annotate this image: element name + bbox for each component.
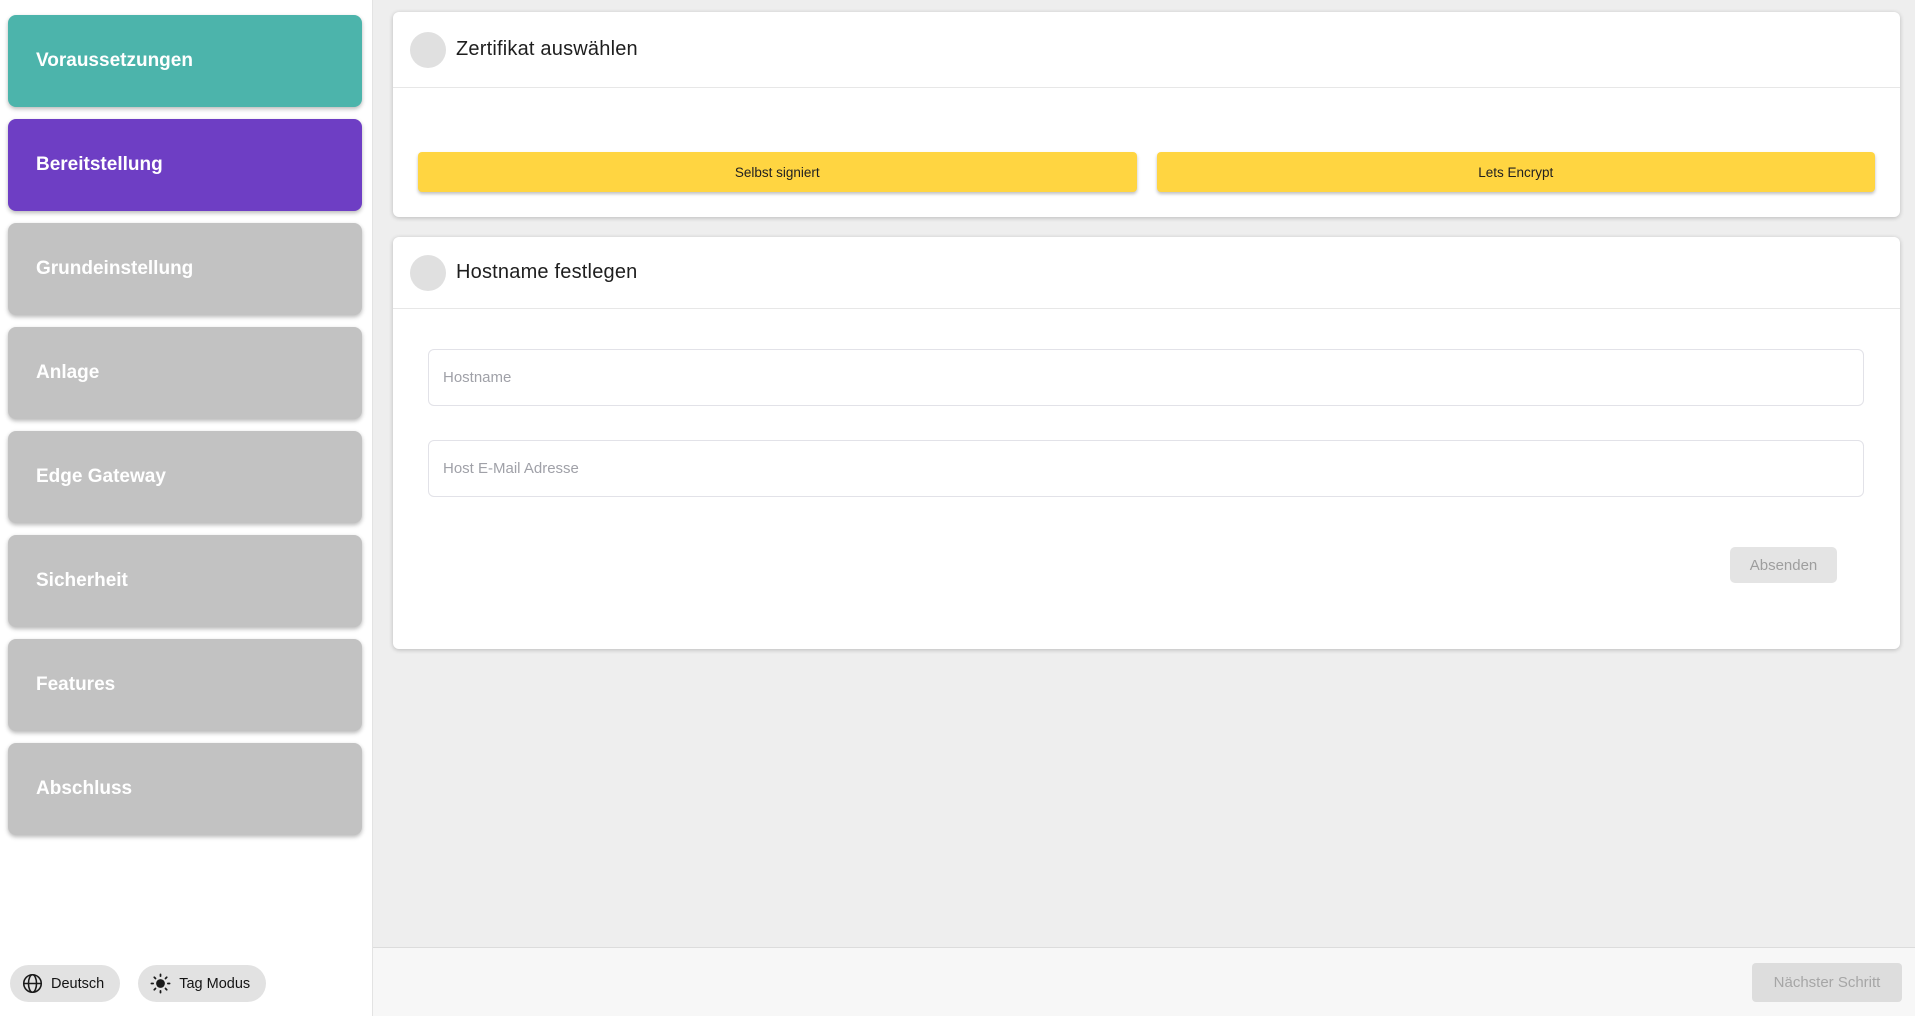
step-circle-icon: [410, 32, 446, 68]
sidebar-step-label: Sicherheit: [36, 570, 128, 592]
submit-row: Absenden: [428, 547, 1864, 583]
globe-icon: [22, 973, 43, 994]
setup-wizard-app: Voraussetzungen Bereitstellung Grundeins…: [0, 0, 1915, 1016]
sidebar-step-bereitstellung[interactable]: Bereitstellung: [8, 119, 362, 211]
sidebar-step-label: Abschluss: [36, 778, 132, 800]
certificate-button-row: Selbst signiert Lets Encrypt: [418, 152, 1875, 192]
sidebar-step-label: Edge Gateway: [36, 466, 166, 488]
wizard-footer: Nächster Schritt: [373, 947, 1915, 1016]
sidebar-footer: Deutsch: [10, 965, 266, 1002]
theme-toggle-button-label: Tag Modus: [179, 976, 250, 992]
wizard-step-list: Voraussetzungen Bereitstellung Grundeins…: [0, 0, 372, 835]
sidebar-step-sicherheit[interactable]: Sicherheit: [8, 535, 362, 627]
sidebar-step-grundeinstellung[interactable]: Grundeinstellung: [8, 223, 362, 315]
hostname-card: Hostname festlegen Absenden: [393, 237, 1900, 649]
certificate-option-selbst-signiert[interactable]: Selbst signiert: [418, 152, 1137, 192]
sidebar-step-voraussetzungen[interactable]: Voraussetzungen: [8, 15, 362, 107]
theme-toggle-button[interactable]: Tag Modus: [138, 965, 266, 1002]
certificate-card-header: Zertifikat auswählen: [393, 12, 1900, 88]
host-email-input[interactable]: [428, 440, 1864, 497]
submit-button[interactable]: Absenden: [1730, 547, 1837, 583]
main-content: Zertifikat auswählen Selbst signiert Let…: [372, 0, 1915, 1016]
sidebar-step-abschluss[interactable]: Abschluss: [8, 743, 362, 835]
language-button-label: Deutsch: [51, 976, 104, 992]
sidebar-step-label: Bereitstellung: [36, 154, 163, 176]
step-circle-icon: [410, 255, 446, 291]
certificate-card-body: Selbst signiert Lets Encrypt: [393, 88, 1900, 192]
next-step-button[interactable]: Nächster Schritt: [1752, 963, 1902, 1002]
sidebar-step-label: Voraussetzungen: [36, 50, 193, 72]
sun-icon: [150, 973, 171, 994]
hostname-card-body: Absenden: [393, 309, 1900, 583]
sidebar-step-label: Features: [36, 674, 115, 696]
sidebar-step-label: Anlage: [36, 362, 99, 384]
sidebar-step-anlage[interactable]: Anlage: [8, 327, 362, 419]
sidebar: Voraussetzungen Bereitstellung Grundeins…: [0, 0, 372, 1016]
sidebar-step-edge-gateway[interactable]: Edge Gateway: [8, 431, 362, 523]
hostname-card-title: Hostname festlegen: [456, 261, 637, 284]
sidebar-step-label: Grundeinstellung: [36, 258, 193, 280]
hostname-input[interactable]: [428, 349, 1864, 406]
certificate-card-title: Zertifikat auswählen: [456, 38, 638, 61]
sidebar-step-features[interactable]: Features: [8, 639, 362, 731]
certificate-card: Zertifikat auswählen Selbst signiert Let…: [393, 12, 1900, 217]
hostname-card-header: Hostname festlegen: [393, 237, 1900, 309]
certificate-option-lets-encrypt[interactable]: Lets Encrypt: [1157, 152, 1876, 192]
language-button[interactable]: Deutsch: [10, 965, 120, 1002]
